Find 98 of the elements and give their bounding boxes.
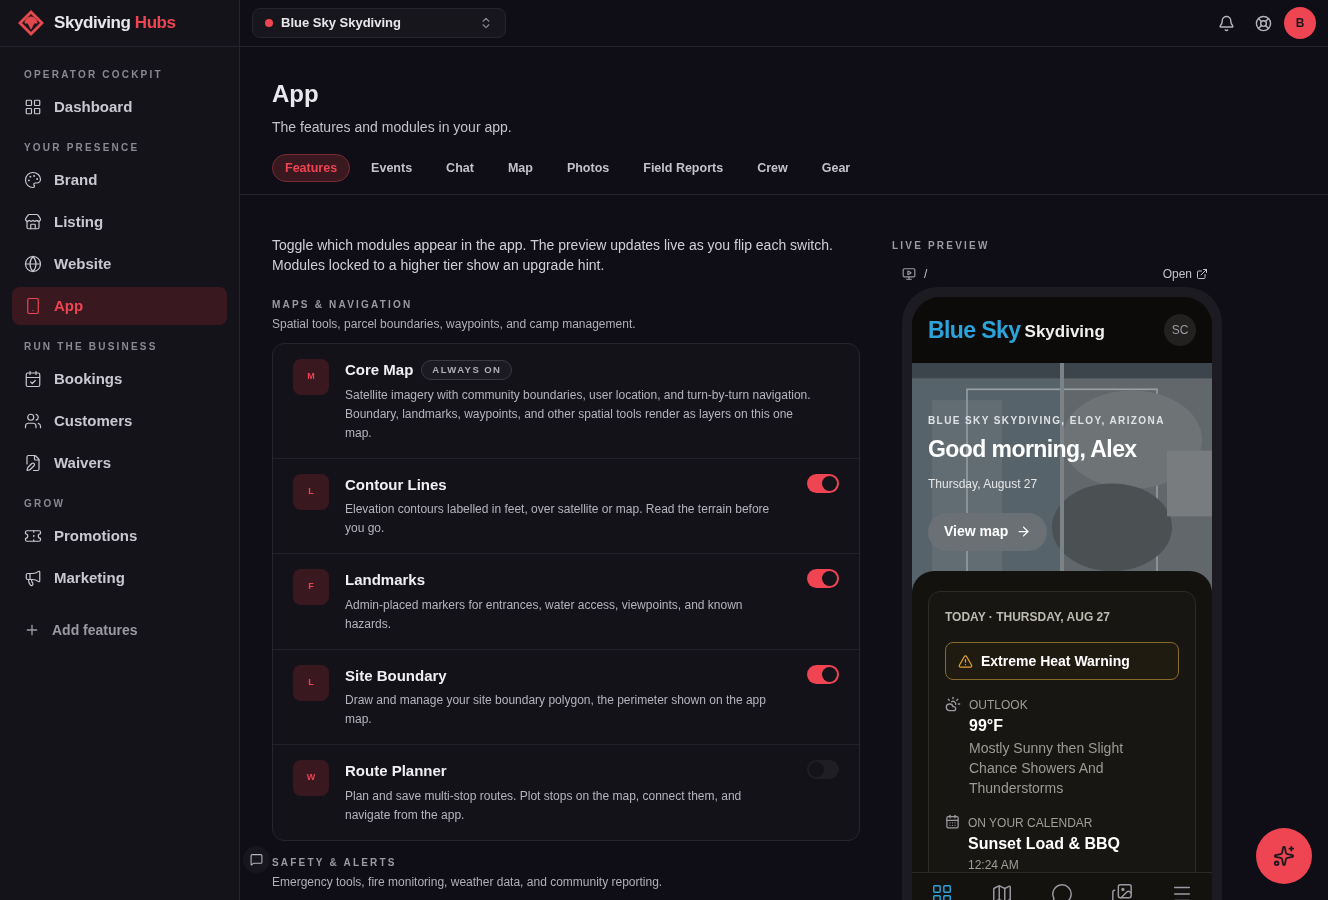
- sidebar-item[interactable]: Listing: [12, 203, 227, 241]
- assistant-button[interactable]: [1256, 828, 1312, 884]
- hero-eyebrow: BLUE SKY SKYDIVING, ELOY, ARIZONA: [928, 414, 1166, 428]
- users-icon: [24, 412, 42, 430]
- sidebar-item[interactable]: Waivers: [12, 444, 227, 482]
- tab[interactable]: Events: [358, 154, 426, 182]
- globe-icon: [24, 255, 42, 273]
- module-description: Satellite imagery with community boundaries, user location, and turn-by-turn navigation. Boundary, landmarks, waypoints, and other spatial tools render as layers on this one map.: [345, 386, 812, 442]
- tab[interactable]: Gear: [808, 154, 864, 182]
- calendar-label: ON YOUR CALENDAR: [968, 815, 1094, 832]
- avatar: SC: [1164, 314, 1196, 346]
- tab[interactable]: Chat: [433, 154, 487, 182]
- brand-name: Skydiving Hubs: [54, 12, 176, 35]
- images-icon[interactable]: [1111, 883, 1133, 900]
- module-icon: F: [293, 569, 329, 605]
- module-title: Route Planner: [345, 761, 447, 781]
- tab[interactable]: Map: [494, 154, 546, 182]
- tab[interactable]: Features: [272, 154, 351, 182]
- toggle-switch[interactable]: [807, 664, 839, 684]
- toggle-switch[interactable]: [807, 473, 839, 493]
- toggle-switch[interactable]: [807, 569, 839, 588]
- megaphone-icon: [24, 569, 42, 587]
- ticket-icon: [24, 527, 42, 545]
- page-subtitle: The features and modules in your app.: [272, 118, 513, 137]
- plus-icon: [24, 622, 40, 638]
- module-description: Draw and manage your site boundary polygon, the perimeter shown on the app map.: [345, 692, 767, 728]
- heat-warning-alert: Extreme Heat Warning: [945, 642, 1179, 680]
- module-title: Contour Lines: [345, 474, 447, 495]
- module-title: Landmarks: [345, 570, 426, 590]
- tab[interactable]: Crew: [744, 154, 801, 182]
- sidebar-item[interactable]: Marketing: [12, 559, 227, 597]
- module-icon: W: [293, 760, 329, 796]
- sidebar-item[interactable]: Brand: [12, 161, 227, 199]
- module-title: Core Map: [345, 360, 414, 380]
- add-features-link[interactable]: Add features: [12, 611, 227, 649]
- chat-icon: [250, 853, 263, 866]
- forecast: Mostly Sunny then Slight Chance Showers And Thunderstorms: [969, 739, 1125, 798]
- always-on-badge: ALWAYS ON: [421, 360, 513, 381]
- user-avatar[interactable]: B: [1284, 7, 1316, 39]
- sidebar-item[interactable]: Dashboard: [12, 88, 227, 126]
- tab[interactable]: Field Reports: [630, 154, 737, 182]
- calendar-icon: [945, 814, 960, 829]
- section-heading: YOUR PRESENCE: [23, 141, 141, 155]
- sidebar-item[interactable]: Website: [12, 245, 227, 283]
- page-title: App: [272, 79, 320, 109]
- warning-icon: [958, 653, 973, 669]
- dashboard-icon: [24, 98, 42, 116]
- module-title: Site Boundary: [345, 665, 447, 686]
- file-pen-icon: [24, 454, 42, 472]
- intro-text: Toggle which modules appear in the app. The preview updates live as you flip each switch. Modules locked to a higher tier show an upgrade hint.: [272, 236, 834, 275]
- calendar-icon: [24, 370, 42, 388]
- sidebar-item[interactable]: Bookings: [12, 360, 227, 398]
- arrow-right-icon: [1016, 524, 1032, 539]
- sparkles-icon: [1273, 845, 1295, 867]
- logo-icon: [16, 8, 46, 38]
- map-icon[interactable]: [991, 883, 1013, 900]
- today-heading: TODAY · THURSDAY, AUG 27: [945, 609, 1111, 626]
- section-heading: OPERATOR COCKPIT: [23, 68, 164, 82]
- hero-date: Thursday, August 27: [928, 475, 1039, 493]
- group-description: Spatial tools, parcel boundaries, waypoints, and camp management.: [272, 317, 637, 331]
- group-description: Emergency tools, fire monitoring, weather data, and community reporting.: [272, 874, 664, 889]
- module-description: Admin-placed markers for entrances, water access, viewpoints, and known hazards.: [345, 596, 744, 633]
- module-icon: L: [293, 473, 329, 510]
- help-icon[interactable]: [1255, 14, 1272, 32]
- grid-icon[interactable]: [931, 883, 953, 900]
- module-icon: L: [293, 664, 329, 701]
- event-time: 12:24 AM: [968, 857, 1020, 874]
- module-description: Plan and save multi-stop routes. Plot stops on the map, connect them, and navigate from the app.: [345, 787, 743, 824]
- group-heading: MAPS & NAVIGATION: [272, 298, 414, 312]
- store-icon: [24, 213, 42, 231]
- open-link[interactable]: Open: [1162, 265, 1208, 283]
- app-logo: Blue Sky: [928, 315, 1021, 345]
- preview-path: /: [924, 266, 928, 283]
- group-heading: SAFETY & ALERTS: [272, 855, 398, 870]
- workspace-selector[interactable]: Blue Sky Skydiving: [252, 8, 506, 38]
- view-map-button[interactable]: View map: [928, 512, 1048, 551]
- section-heading: GROW: [23, 497, 67, 511]
- sidebar-item[interactable]: Customers: [12, 402, 227, 440]
- event-title: Sunset Load & BBQ: [968, 834, 1120, 854]
- tab[interactable]: Photos: [553, 154, 623, 182]
- section-heading: RUN THE BUSINESS: [23, 340, 159, 354]
- outlook-label: OUTLOOK: [969, 697, 1029, 714]
- preview-heading: LIVE PREVIEW: [892, 239, 991, 253]
- app-logo-text: Skydiving: [1024, 321, 1105, 344]
- monitor-icon: [902, 267, 916, 281]
- phone-icon: [24, 297, 42, 315]
- external-link-icon: [1196, 268, 1208, 280]
- sidebar-item[interactable]: App: [12, 287, 227, 325]
- module-description: Elevation contours labelled in feet, over satellite or map. Read the terrain before you go.: [345, 501, 771, 537]
- notifications-icon[interactable]: [1218, 14, 1235, 32]
- sidebar-item[interactable]: Promotions: [12, 517, 227, 555]
- chat-icon[interactable]: [1051, 883, 1073, 900]
- hero-greeting: Good morning, Alex: [928, 435, 1138, 464]
- cloud-sun-icon: [945, 696, 961, 712]
- chat-button[interactable]: [243, 846, 270, 873]
- module-icon: M: [293, 359, 329, 395]
- temperature: 99°F: [969, 716, 1004, 736]
- palette-icon: [24, 171, 42, 189]
